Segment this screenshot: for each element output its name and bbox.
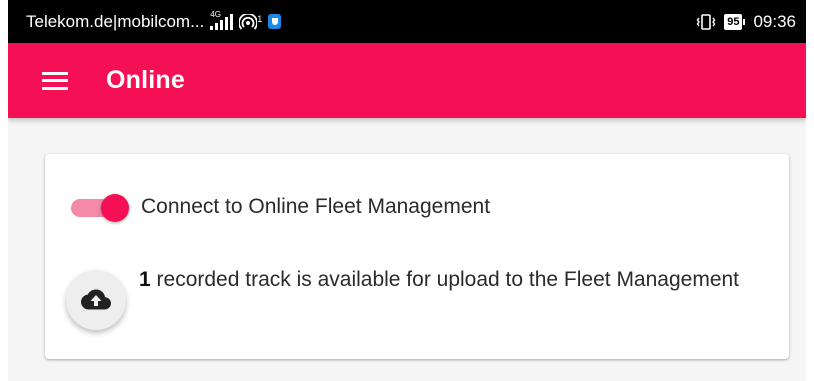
app-screen: Telekom.de|mobilcom... 4G 1 95 09:36 Onl…	[8, 0, 806, 381]
signal-icon: 4G	[210, 9, 234, 30]
upload-button[interactable]	[66, 270, 126, 330]
hotspot-count: 1	[257, 13, 263, 24]
app-bar: Online	[8, 43, 806, 118]
page-title: Online	[106, 66, 185, 94]
network-type: 4G	[210, 9, 221, 19]
cloud-upload-icon	[81, 289, 111, 310]
upload-count: 1	[139, 268, 151, 291]
clock: 09:36	[753, 11, 796, 31]
status-bar-left: Telekom.de|mobilcom... 4G 1	[26, 9, 696, 32]
menu-icon[interactable]	[42, 71, 68, 90]
fleet-connect-label: Connect to Online Fleet Management	[141, 195, 491, 218]
battery-level: 95	[724, 13, 743, 30]
status-bar: Telekom.de|mobilcom... 4G 1 95 09:36	[8, 0, 806, 43]
fleet-connect-switch[interactable]	[71, 192, 129, 222]
switch-thumb	[101, 194, 129, 222]
fleet-connect-toggle-row[interactable]: Connect to Online Fleet Management	[71, 192, 490, 222]
battery-icon: 95	[724, 13, 746, 30]
device-frame: Telekom.de|mobilcom... 4G 1 95 09:36 Onl…	[0, 0, 814, 381]
shield-icon	[268, 14, 282, 29]
upload-message: recorded track is available for upload t…	[150, 268, 740, 291]
carrier-name: Telekom.de|mobilcom...	[26, 11, 205, 31]
vibrate-icon	[696, 13, 716, 30]
upload-status-text: 1 recorded track is available for upload…	[139, 262, 739, 298]
status-bar-right: 95 09:36	[696, 12, 796, 32]
online-card: Connect to Online Fleet Management 1 rec…	[45, 154, 789, 359]
hotspot-icon: 1	[239, 13, 263, 30]
